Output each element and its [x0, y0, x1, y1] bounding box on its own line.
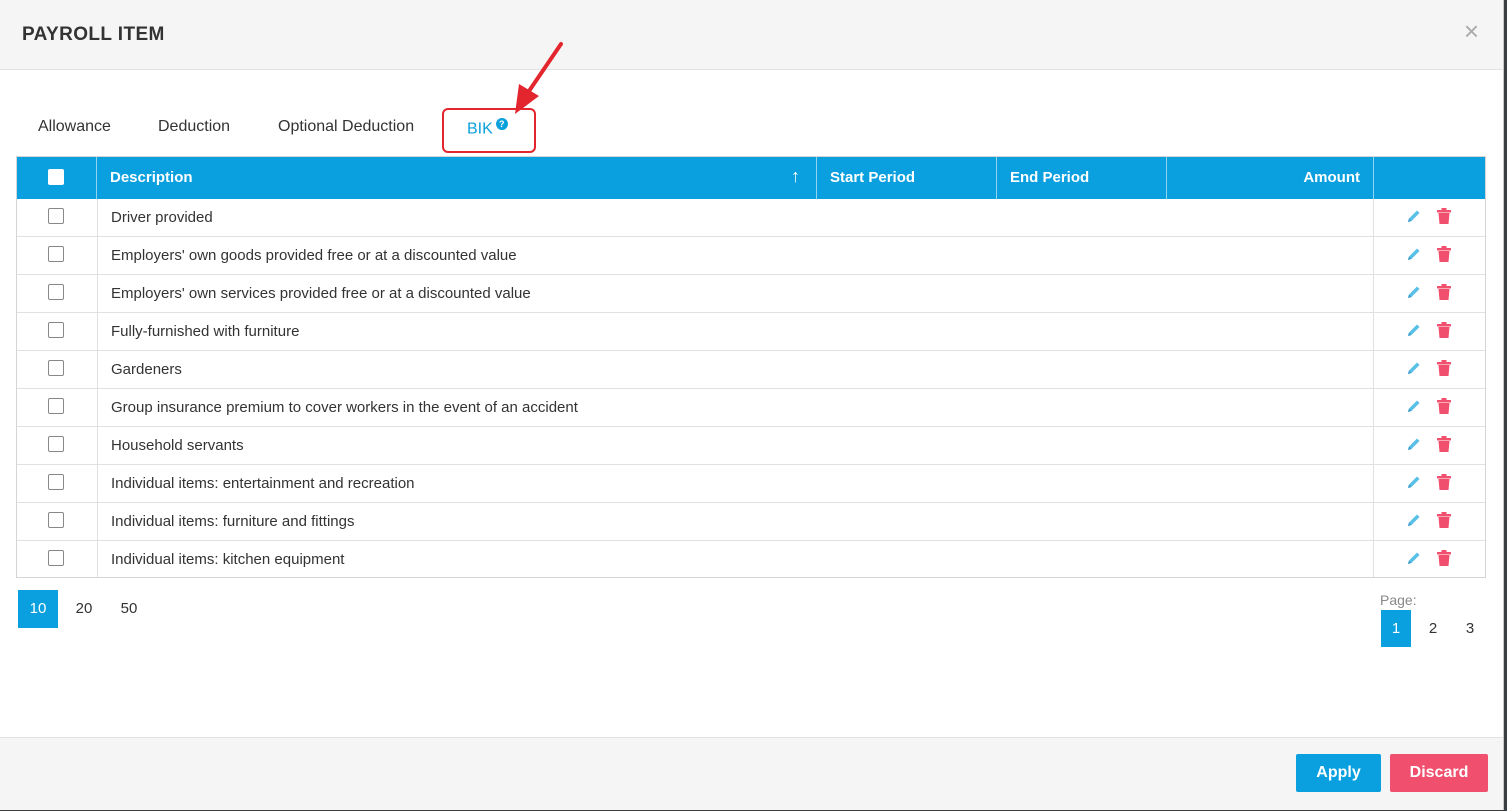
table-row: Individual items: entertainment and recr… [17, 465, 1485, 503]
dialog-title: PAYROLL ITEM [22, 24, 165, 45]
apply-button[interactable]: Apply [1296, 754, 1381, 792]
description-cell: Gardeners [97, 351, 1374, 388]
table-row: Driver provided [17, 199, 1485, 237]
row-checkbox[interactable] [48, 474, 64, 490]
description-cell: Individual items: entertainment and recr… [97, 465, 1374, 502]
tab-optional-deduction[interactable]: Optional Deduction [278, 118, 414, 136]
row-description: Household servants [111, 437, 244, 454]
column-end-period-label: End Period [1010, 169, 1090, 186]
pencil-icon[interactable] [1406, 284, 1422, 304]
trash-icon[interactable] [1437, 322, 1451, 342]
description-cell: Employers' own services provided free or… [97, 275, 1374, 312]
row-checkbox[interactable] [48, 246, 64, 262]
row-checkbox[interactable] [48, 322, 64, 338]
grid-header: Description ↑ Start Period End Period Am… [17, 157, 1485, 199]
row-checkbox[interactable] [48, 550, 64, 566]
pencil-icon[interactable] [1406, 360, 1422, 380]
dialog-header: PAYROLL ITEM × [0, 0, 1503, 70]
trash-icon[interactable] [1437, 550, 1451, 570]
select-all-checkbox[interactable] [48, 169, 64, 185]
column-amount[interactable]: Amount [1167, 157, 1374, 199]
tab-allowance[interactable]: Allowance [38, 118, 111, 136]
row-description: Employers' own goods provided free or at… [111, 247, 517, 264]
table-row: Gardeners [17, 351, 1485, 389]
pencil-icon[interactable] [1406, 512, 1422, 532]
payroll-item-dialog: PAYROLL ITEM × Allowance Deduction Optio… [0, 0, 1504, 810]
trash-icon[interactable] [1437, 246, 1451, 266]
page-label: Page: [1380, 592, 1417, 608]
row-description: Gardeners [111, 361, 182, 378]
pencil-icon[interactable] [1406, 208, 1422, 228]
pencil-icon[interactable] [1406, 550, 1422, 570]
table-row: Individual items: furniture and fittings [17, 503, 1485, 541]
column-amount-label: Amount [1303, 169, 1360, 186]
description-cell: Employers' own goods provided free or at… [97, 237, 1374, 274]
annotation-arrow-icon [515, 42, 563, 114]
table-row: Household servants [17, 427, 1485, 465]
row-description: Individual items: furniture and fittings [111, 513, 355, 530]
table-row: Individual items: kitchen equipment [17, 541, 1485, 577]
row-description: Individual items: entertainment and recr… [111, 475, 415, 492]
row-checkbox[interactable] [48, 398, 64, 414]
row-checkbox[interactable] [48, 360, 64, 376]
description-cell: Individual items: furniture and fittings [97, 503, 1374, 540]
discard-button[interactable]: Discard [1390, 754, 1488, 792]
row-checkbox[interactable] [48, 512, 64, 528]
row-description: Fully-furnished with furniture [111, 323, 300, 340]
description-cell: Individual items: kitchen equipment [97, 541, 1374, 577]
description-cell: Group insurance premium to cover workers… [97, 389, 1374, 426]
pencil-icon[interactable] [1406, 322, 1422, 342]
row-checkbox[interactable] [48, 208, 64, 224]
column-actions [1374, 157, 1485, 199]
table-row: Fully-furnished with furniture [17, 313, 1485, 351]
trash-icon[interactable] [1437, 398, 1451, 418]
bik-grid: Description ↑ Start Period End Period Am… [16, 156, 1486, 578]
pencil-icon[interactable] [1406, 436, 1422, 456]
page-1-button[interactable]: 1 [1381, 610, 1411, 647]
page-2-button[interactable]: 2 [1418, 610, 1448, 647]
sort-ascending-icon[interactable]: ↑ [791, 166, 800, 187]
description-cell: Driver provided [97, 199, 1374, 236]
header-select-cell [17, 157, 97, 199]
row-description: Individual items: kitchen equipment [111, 551, 345, 568]
column-end-period[interactable]: End Period [997, 157, 1167, 199]
trash-icon[interactable] [1437, 284, 1451, 304]
trash-icon[interactable] [1437, 360, 1451, 380]
column-start-period[interactable]: Start Period [817, 157, 997, 199]
column-description[interactable]: Description ↑ [97, 157, 817, 199]
table-row: Employers' own services provided free or… [17, 275, 1485, 313]
trash-icon[interactable] [1437, 208, 1451, 228]
pencil-icon[interactable] [1406, 246, 1422, 266]
row-description: Group insurance premium to cover workers… [111, 399, 578, 416]
table-row: Group insurance premium to cover workers… [17, 389, 1485, 427]
trash-icon[interactable] [1437, 436, 1451, 456]
pencil-icon[interactable] [1406, 474, 1422, 494]
description-cell: Fully-furnished with furniture [97, 313, 1374, 350]
row-checkbox[interactable] [48, 436, 64, 452]
page-3-button[interactable]: 3 [1455, 610, 1485, 647]
page-size-10[interactable]: 10 [18, 590, 58, 628]
pencil-icon[interactable] [1406, 398, 1422, 418]
column-start-period-label: Start Period [830, 169, 916, 186]
row-description: Employers' own services provided free or… [111, 285, 531, 302]
description-cell: Household servants [97, 427, 1374, 464]
close-icon[interactable]: × [1464, 18, 1479, 44]
row-description: Driver provided [111, 209, 213, 226]
trash-icon[interactable] [1437, 512, 1451, 532]
tab-deduction[interactable]: Deduction [158, 118, 230, 136]
column-description-label: Description [110, 169, 193, 186]
page-size-50[interactable]: 50 [109, 590, 149, 628]
dialog-footer: Apply Discard [0, 737, 1503, 810]
trash-icon[interactable] [1437, 474, 1451, 494]
page-size-20[interactable]: 20 [64, 590, 104, 628]
table-row: Employers' own goods provided free or at… [17, 237, 1485, 275]
row-checkbox[interactable] [48, 284, 64, 300]
grid-body: Driver provided Employers' own goods prov… [17, 199, 1485, 577]
